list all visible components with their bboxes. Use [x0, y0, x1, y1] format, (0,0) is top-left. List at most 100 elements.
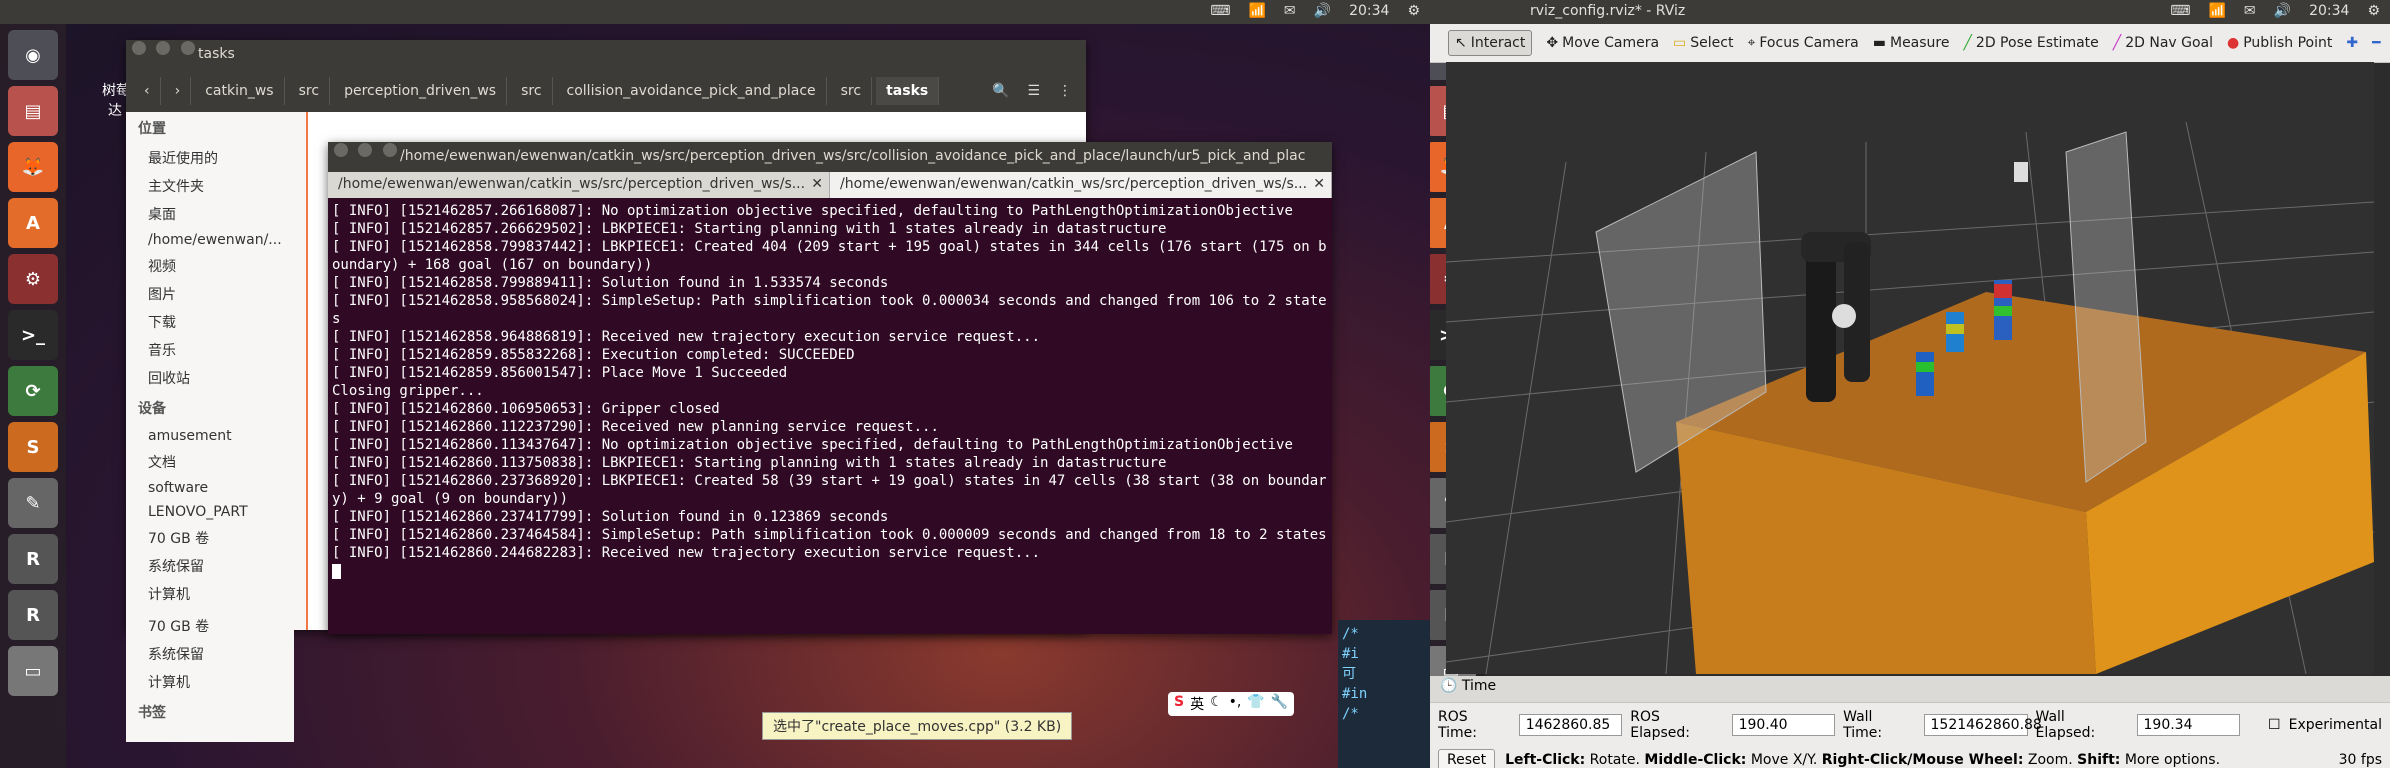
rviz-icon-2[interactable]: R — [8, 590, 58, 640]
crumb-0[interactable]: catkin_ws — [195, 77, 285, 105]
ubuntu-dash-icon[interactable]: ◉ — [8, 30, 58, 80]
sidebar-item[interactable]: 桌面 — [126, 200, 306, 228]
close-icon[interactable]: ✕ — [1313, 176, 1325, 192]
volume-icon[interactable]: 🔊 — [2274, 3, 2291, 19]
sidebar-item[interactable]: 最近使用的 — [126, 144, 306, 172]
sidebar-item[interactable]: 下载 — [126, 308, 306, 336]
tab-terminal-2[interactable]: /home/ewenwan/ewenwan/catkin_ws/src/perc… — [830, 172, 1332, 198]
terminal-output[interactable]: [ INFO] [1521462857.266168087]: No optim… — [328, 198, 1332, 584]
keyboard-icon[interactable]: ⌨ — [1210, 3, 1230, 19]
maximize-icon[interactable] — [382, 143, 397, 157]
sidebar-item[interactable]: /home/ewenwan/... — [126, 228, 306, 252]
clock[interactable]: 20:34 — [1349, 3, 1389, 19]
software-center-icon[interactable]: A — [8, 198, 58, 248]
clock[interactable]: 20:34 — [2309, 3, 2349, 19]
menu-icon[interactable]: ⋮ — [1058, 83, 1072, 99]
add-tool-button[interactable]: ✚ — [2346, 35, 2358, 51]
wifi-icon[interactable]: 📶 — [2208, 3, 2225, 19]
ime-lang[interactable]: 英 — [1190, 694, 1204, 714]
sidebar-item[interactable]: software — [126, 476, 306, 500]
rviz-icon[interactable]: R — [8, 534, 58, 584]
list-view-icon[interactable]: ☰ — [1027, 83, 1040, 99]
gear-icon[interactable]: ⚙ — [2367, 3, 2380, 19]
hint-text: Move X/Y. — [1750, 752, 1818, 768]
minimize-icon[interactable] — [358, 143, 373, 157]
gear-icon[interactable]: ⚙ — [1407, 3, 1420, 19]
text-editor-icon[interactable]: ✎ — [8, 478, 58, 528]
ros-elapsed-field[interactable]: 190.40 — [1731, 714, 1836, 736]
rviz-toolbar: ↖ Interact ✥ Move Camera ▭ Select ⌖ Focus Ca… — [1430, 24, 2390, 63]
wifi-icon[interactable]: 📶 — [1248, 3, 1265, 19]
system-tray[interactable]: ⌨ 📶 ✉ 🔊 20:34 ⚙ — [1210, 3, 1420, 19]
interact-tool[interactable]: ↖ Interact — [1448, 30, 1533, 56]
firefox-icon[interactable]: 🦊 — [8, 142, 58, 192]
sidebar-item[interactable]: LENOVO_PART — [126, 500, 306, 524]
sidebar-item[interactable]: 计算机 — [126, 668, 294, 696]
sidebar-item[interactable]: 系统保留 — [126, 552, 306, 580]
tab-terminal-1[interactable]: /home/ewenwan/ewenwan/catkin_ws/src/perc… — [328, 172, 830, 198]
sidebar-item[interactable]: 70 GB 卷 — [126, 612, 294, 640]
minimize-icon[interactable] — [156, 41, 171, 55]
crumb-5[interactable]: src — [831, 77, 873, 105]
files-icon[interactable]: ▤ — [8, 86, 58, 136]
wrench-icon[interactable]: 🔧 — [1271, 694, 1288, 714]
sidebar-item[interactable]: 音乐 — [126, 336, 306, 364]
sidebar-item[interactable]: 主文件夹 — [126, 172, 306, 200]
close-icon[interactable] — [132, 41, 146, 55]
pink-arrow-icon: ╱ — [2112, 35, 2122, 51]
sidebar-item[interactable]: amusement — [126, 424, 306, 448]
crumb-1[interactable]: src — [289, 77, 331, 105]
crumb-2[interactable]: perception_driven_ws — [334, 77, 508, 105]
file-selection-tooltip: 选中了"create_place_moves.cpp" (3.2 KB) — [762, 712, 1073, 740]
search-icon[interactable]: 🔍 — [992, 83, 1009, 99]
experimental-checkbox[interactable]: ☐ — [2268, 717, 2281, 733]
moon-icon[interactable]: ☾ — [1210, 694, 1223, 714]
sidebar-item[interactable]: 70 GB 卷 — [126, 524, 306, 552]
keyboard-icon[interactable]: ⌨ — [2170, 3, 2190, 19]
select-tool[interactable]: ▭ Select — [1673, 35, 1733, 51]
mail-icon[interactable]: ✉ — [2244, 3, 2256, 19]
drive-icon[interactable]: ▭ — [8, 646, 58, 696]
crumb-4[interactable]: collision_avoidance_pick_and_place — [557, 77, 827, 105]
ime-toolbar[interactable]: S 英 ☾ •, 👕 🔧 — [1168, 692, 1295, 716]
sidebar-item[interactable]: 系统保留 — [126, 640, 294, 668]
close-icon[interactable] — [334, 143, 348, 157]
close-icon[interactable]: ✕ — [811, 176, 823, 192]
publish-point-tool[interactable]: ● Publish Point — [2227, 35, 2332, 51]
sidebar-item[interactable]: 图片 — [126, 280, 306, 308]
file-manager-titlebar[interactable]: tasks — [126, 40, 1086, 70]
nav-goal-tool[interactable]: ╱ 2D Nav Goal — [2113, 35, 2213, 51]
wall-time-field[interactable]: 1521462860.88 — [1923, 714, 2042, 736]
wall-elapsed-field[interactable]: 190.34 — [2136, 714, 2241, 736]
punct-icon[interactable]: •, — [1229, 694, 1242, 714]
sidebar-item[interactable]: 视频 — [126, 252, 306, 280]
maximize-icon[interactable] — [180, 41, 195, 55]
top-panel-right: rviz_config.rviz* - RViz ⌨ 📶 ✉ 🔊 20:34 ⚙ — [1430, 0, 2390, 24]
time-row: ROS Time: 1462860.85 ROS Elapsed: 190.40… — [1430, 703, 2390, 747]
back-icon[interactable]: ‹ — [134, 77, 161, 105]
pose-estimate-tool[interactable]: ╱ 2D Pose Estimate — [1963, 35, 2098, 51]
crumb-6[interactable]: tasks — [876, 77, 940, 105]
reset-button[interactable]: Reset — [1438, 749, 1496, 768]
sidebar-item[interactable]: 文档 — [126, 448, 306, 476]
rviz-3d-view[interactable] — [1446, 62, 2374, 674]
volume-icon[interactable]: 🔊 — [1314, 3, 1331, 19]
ros-time-field[interactable]: 1462860.85 — [1518, 714, 1623, 736]
forward-icon[interactable]: › — [165, 77, 192, 105]
measure-tool[interactable]: ▬ Measure — [1873, 35, 1950, 51]
sidebar-item[interactable]: 计算机 — [126, 580, 306, 608]
sublime-icon[interactable]: S — [8, 422, 58, 472]
mail-icon[interactable]: ✉ — [1284, 3, 1296, 19]
focus-camera-tool[interactable]: ⌖ Focus Camera — [1747, 35, 1858, 51]
move-camera-tool[interactable]: ✥ Move Camera — [1546, 35, 1659, 51]
sogou-icon[interactable]: S — [1174, 694, 1184, 714]
system-tray-right[interactable]: ⌨ 📶 ✉ 🔊 20:34 ⚙ — [2170, 3, 2380, 19]
terminal-titlebar[interactable]: /home/ewenwan/ewenwan/catkin_ws/src/perc… — [328, 142, 1332, 172]
shirt-icon[interactable]: 👕 — [1247, 694, 1264, 714]
crumb-3[interactable]: src — [511, 77, 553, 105]
update-icon[interactable]: ⟳ — [8, 366, 58, 416]
remove-tool-button[interactable]: ━ — [2372, 35, 2380, 51]
terminal-icon[interactable]: >_ — [8, 310, 58, 360]
settings-icon[interactable]: ⚙ — [8, 254, 58, 304]
sidebar-item[interactable]: 回收站 — [126, 364, 306, 392]
